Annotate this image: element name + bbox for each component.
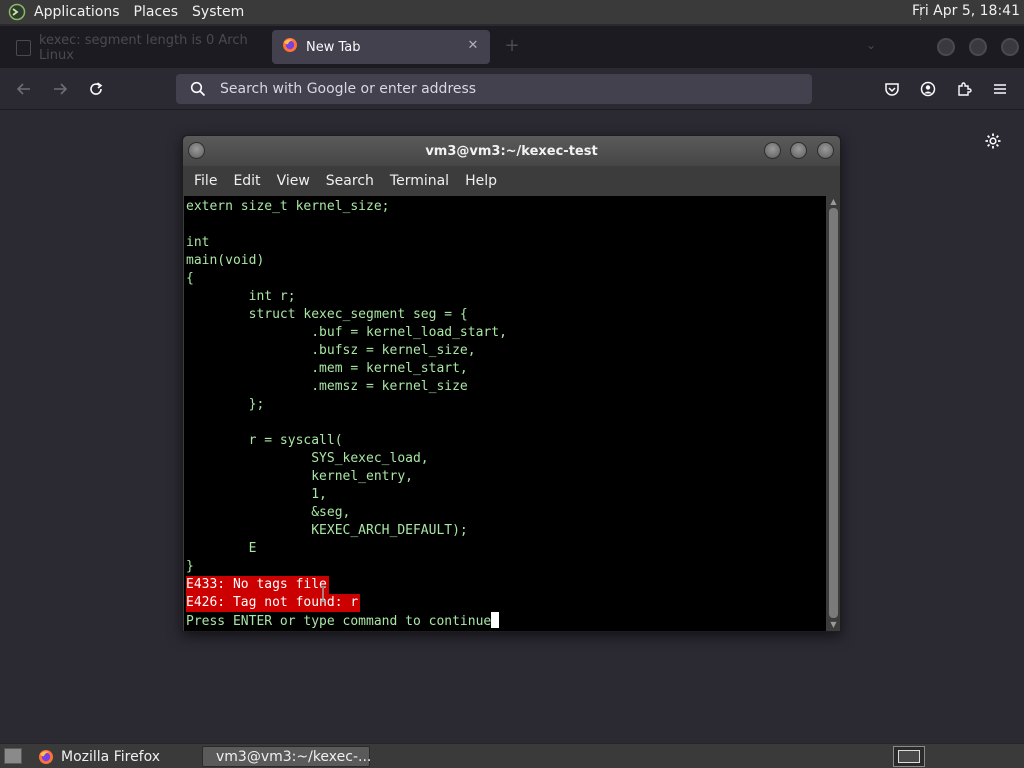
workspace-switcher[interactable] — [893, 746, 925, 767]
app-menu-button[interactable] — [987, 76, 1013, 102]
code-line: kernel_entry, — [186, 469, 413, 484]
url-bar[interactable] — [176, 74, 812, 104]
terminal-menu-help[interactable]: Help — [457, 173, 505, 189]
list-all-tabs-icon[interactable]: ⌄ — [866, 38, 882, 54]
pocket-icon — [885, 83, 899, 96]
tab-background-title: kexec: segment length is 0 Arch Linux — [38, 33, 248, 63]
code-line: r = syscall( — [186, 433, 343, 448]
terminal-menu-search[interactable]: Search — [318, 173, 382, 189]
newtab-settings-button[interactable] — [982, 130, 1004, 152]
text-cursor — [491, 612, 500, 628]
firefox-tab-bar: kexec: segment length is 0 Arch Linux Ne… — [0, 26, 1024, 68]
gear-icon — [985, 133, 1001, 149]
code-line: int r; — [186, 289, 296, 304]
back-arrow-icon — [16, 83, 30, 95]
code-line: 1, — [186, 487, 327, 502]
back-button[interactable] — [11, 76, 37, 102]
terminal-screen[interactable]: extern size_t kernel_size; int main(void… — [184, 196, 826, 631]
terminal-maximize-button[interactable] — [790, 142, 807, 159]
taskbar-item-label: Mozilla Firefox — [61, 748, 161, 765]
firefox-icon — [282, 37, 298, 57]
minimize-window-button[interactable] — [937, 38, 955, 56]
workspace-1[interactable] — [898, 750, 920, 763]
new-tab-icon[interactable]: + — [502, 36, 522, 56]
code-line: struct kexec_segment seg = { — [186, 307, 468, 322]
taskbar-item-terminal[interactable]: vm3@vm3:~/kexec-... — [202, 746, 372, 767]
error-message: E426: Tag not found: r — [186, 594, 361, 612]
terminal-titlebar[interactable]: vm3@vm3:~/kexec-test — [183, 136, 840, 166]
terminal-close-button[interactable] — [817, 142, 834, 159]
scrollbar-thumb[interactable] — [829, 208, 838, 618]
clock[interactable]: Fri Apr 5, 18:41 — [912, 3, 1020, 19]
continue-prompt-text: Press ENTER or type command to continue — [186, 614, 492, 629]
mouse-ibeam-cursor-icon — [319, 586, 327, 602]
tab-favicon-icon — [16, 40, 31, 56]
code-line: SYS_kexec_load, — [186, 451, 429, 466]
code-line: KEXEC_ARCH_DEFAULT); — [186, 523, 468, 538]
extensions-button[interactable] — [951, 76, 977, 102]
show-desktop-icon[interactable] — [4, 748, 22, 764]
terminal-window[interactable]: vm3@vm3:~/kexec-test File Edit View Sear… — [182, 135, 841, 632]
code-line: .memsz = kernel_size — [186, 379, 468, 394]
terminal-title: vm3@vm3:~/kexec-test — [425, 144, 598, 159]
code-line: .bufsz = kernel_size, — [186, 343, 476, 358]
terminal-menu-view[interactable]: View — [269, 173, 318, 189]
code-line: &seg, — [186, 505, 351, 520]
code-line: { — [186, 271, 194, 286]
pocket-button[interactable] — [879, 76, 905, 102]
firefox-nav-bar — [0, 68, 1024, 110]
tab-background[interactable]: kexec: segment length is 0 Arch Linux — [6, 32, 268, 64]
code-line: extern size_t kernel_size; — [186, 199, 390, 214]
code-line: }; — [186, 397, 265, 412]
account-icon — [920, 81, 936, 97]
code-line: int — [186, 235, 210, 250]
scroll-down-arrow-icon[interactable]: ▼ — [829, 621, 838, 629]
forward-button[interactable] — [47, 76, 73, 102]
system-menu[interactable]: System — [185, 4, 251, 20]
distro-logo-icon[interactable] — [7, 2, 27, 22]
places-menu[interactable]: Places — [127, 4, 186, 20]
puzzle-piece-icon — [958, 82, 972, 96]
firefox-icon — [39, 749, 53, 764]
continue-prompt: Press ENTER or type command to continue — [186, 612, 500, 630]
top-panel: Applications Places System Fri Apr 5, 18… — [0, 0, 1024, 25]
scroll-up-arrow-icon[interactable]: ▲ — [829, 198, 838, 206]
close-window-button[interactable] — [1001, 38, 1019, 56]
taskbar-item-label: vm3@vm3:~/kexec-... — [216, 748, 372, 765]
bottom-taskbar: Mozilla Firefox vm3@vm3:~/kexec-... — [0, 743, 1024, 768]
terminal-menu-edit[interactable]: Edit — [225, 173, 268, 189]
terminal-scrollbar[interactable]: ▲ ▼ — [827, 196, 840, 631]
terminal-minimize-button[interactable] — [764, 142, 781, 159]
code-line: .mem = kernel_start, — [186, 361, 468, 376]
forward-arrow-icon — [54, 83, 68, 95]
taskbar-item-firefox[interactable]: Mozilla Firefox — [32, 746, 196, 767]
code-line: main(void) — [186, 253, 265, 268]
hamburger-menu-icon — [994, 84, 1006, 94]
tab-title: New Tab — [306, 39, 361, 55]
search-icon — [190, 81, 206, 97]
close-tab-icon[interactable]: ✕ — [464, 37, 482, 55]
code-line: .buf = kernel_load_start, — [186, 325, 507, 340]
terminal-menu-terminal[interactable]: Terminal — [382, 173, 457, 189]
terminal-menubar: File Edit View Search Terminal Help — [183, 166, 840, 196]
error-message: E433: No tags file — [186, 576, 329, 594]
terminal-menu-file[interactable]: File — [186, 173, 225, 189]
url-input[interactable] — [220, 81, 780, 97]
reload-button[interactable] — [83, 76, 109, 102]
account-button[interactable] — [915, 76, 941, 102]
code-line: E — [186, 541, 257, 556]
maximize-window-button[interactable] — [969, 38, 987, 56]
code-line: } — [186, 559, 194, 574]
tab-new-tab[interactable]: New Tab ✕ — [272, 30, 490, 64]
applications-menu[interactable]: Applications — [27, 4, 127, 20]
reload-icon — [90, 82, 103, 95]
